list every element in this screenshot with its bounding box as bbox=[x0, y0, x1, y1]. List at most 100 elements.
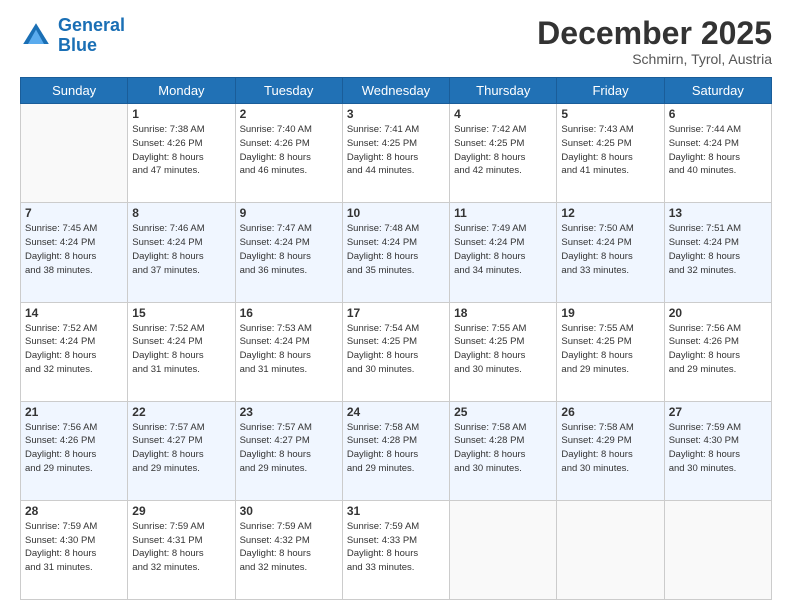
table-cell: 6Sunrise: 7:44 AMSunset: 4:24 PMDaylight… bbox=[664, 104, 771, 203]
table-cell: 16Sunrise: 7:53 AMSunset: 4:24 PMDayligh… bbox=[235, 302, 342, 401]
header: General Blue December 2025 Schmirn, Tyro… bbox=[20, 16, 772, 67]
day-number: 23 bbox=[240, 405, 338, 419]
table-cell: 19 Sunrise: 7:55 AMSunset: 4:25 PMDayligh… bbox=[557, 302, 664, 401]
col-friday: Friday bbox=[557, 78, 664, 104]
logo: General Blue bbox=[20, 16, 125, 56]
table-cell: 18 Sunrise: 7:55 AMSunset: 4:25 PMDayligh… bbox=[450, 302, 557, 401]
day-info: Sunrise: 7:50 AMSunset: 4:24 PMDaylight:… bbox=[561, 222, 659, 277]
day-number: 29 bbox=[132, 504, 230, 518]
day-info: Sunrise: 7:38 AMSunset: 4:26 PMDaylight:… bbox=[132, 123, 230, 178]
day-number: 5 bbox=[561, 107, 659, 121]
table-cell: 9 Sunrise: 7:47 AMSunset: 4:24 PMDaylight… bbox=[235, 203, 342, 302]
logo-icon bbox=[20, 20, 52, 52]
table-cell: 20 Sunrise: 7:56 AMSunset: 4:26 PMDayligh… bbox=[664, 302, 771, 401]
day-number: 4 bbox=[454, 107, 552, 121]
day-number: 27 bbox=[669, 405, 767, 419]
page: General Blue December 2025 Schmirn, Tyro… bbox=[0, 0, 792, 612]
col-wednesday: Wednesday bbox=[342, 78, 449, 104]
day-info: Sunrise: 7:41 AMSunset: 4:25 PMDaylight:… bbox=[347, 123, 445, 178]
table-cell: 2Sunrise: 7:40 AMSunset: 4:26 PMDaylight… bbox=[235, 104, 342, 203]
day-number: 10 bbox=[347, 206, 445, 220]
day-number: 21 bbox=[25, 405, 123, 419]
logo-line2: Blue bbox=[58, 35, 97, 55]
calendar-week-row: 28 Sunrise: 7:59 AMSunset: 4:30 PMDayligh… bbox=[21, 500, 772, 599]
day-number: 28 bbox=[25, 504, 123, 518]
day-number: 11 bbox=[454, 206, 552, 220]
day-number: 31 bbox=[347, 504, 445, 518]
day-info: Sunrise: 7:59 AMSunset: 4:30 PMDaylight:… bbox=[25, 520, 123, 575]
col-saturday: Saturday bbox=[664, 78, 771, 104]
logo-text: General Blue bbox=[58, 16, 125, 56]
day-info: Sunrise: 7:59 AMSunset: 4:32 PMDaylight:… bbox=[240, 520, 338, 575]
day-number: 8 bbox=[132, 206, 230, 220]
day-info: Sunrise: 7:49 AMSunset: 4:24 PMDaylight:… bbox=[454, 222, 552, 277]
table-cell bbox=[664, 500, 771, 599]
day-number: 16 bbox=[240, 306, 338, 320]
day-info: Sunrise: 7:44 AMSunset: 4:24 PMDaylight:… bbox=[669, 123, 767, 178]
table-cell: 24 Sunrise: 7:58 AMSunset: 4:28 PMDayligh… bbox=[342, 401, 449, 500]
day-number: 25 bbox=[454, 405, 552, 419]
col-thursday: Thursday bbox=[450, 78, 557, 104]
month-title: December 2025 bbox=[537, 16, 772, 51]
table-cell: 21 Sunrise: 7:56 AMSunset: 4:26 PMDayligh… bbox=[21, 401, 128, 500]
table-cell bbox=[557, 500, 664, 599]
day-info: Sunrise: 7:45 AMSunset: 4:24 PMDaylight:… bbox=[25, 222, 123, 277]
col-tuesday: Tuesday bbox=[235, 78, 342, 104]
day-number: 22 bbox=[132, 405, 230, 419]
table-cell: 28 Sunrise: 7:59 AMSunset: 4:30 PMDayligh… bbox=[21, 500, 128, 599]
table-cell: 25 Sunrise: 7:58 AMSunset: 4:28 PMDayligh… bbox=[450, 401, 557, 500]
table-cell: 5Sunrise: 7:43 AMSunset: 4:25 PMDaylight… bbox=[557, 104, 664, 203]
table-cell: 4 Sunrise: 7:42 AMSunset: 4:25 PMDaylight… bbox=[450, 104, 557, 203]
day-number: 17 bbox=[347, 306, 445, 320]
day-info: Sunrise: 7:52 AMSunset: 4:24 PMDaylight:… bbox=[132, 322, 230, 377]
day-info: Sunrise: 7:54 AMSunset: 4:25 PMDaylight:… bbox=[347, 322, 445, 377]
col-sunday: Sunday bbox=[21, 78, 128, 104]
day-info: Sunrise: 7:59 AMSunset: 4:33 PMDaylight:… bbox=[347, 520, 445, 575]
day-number: 19 bbox=[561, 306, 659, 320]
day-info: Sunrise: 7:55 AMSunset: 4:25 PMDaylight:… bbox=[454, 322, 552, 377]
calendar-table: Sunday Monday Tuesday Wednesday Thursday… bbox=[20, 77, 772, 600]
day-number: 14 bbox=[25, 306, 123, 320]
table-cell: 26 Sunrise: 7:58 AMSunset: 4:29 PMDayligh… bbox=[557, 401, 664, 500]
day-number: 7 bbox=[25, 206, 123, 220]
day-info: Sunrise: 7:57 AMSunset: 4:27 PMDaylight:… bbox=[132, 421, 230, 476]
calendar-week-row: 1Sunrise: 7:38 AMSunset: 4:26 PMDaylight… bbox=[21, 104, 772, 203]
location-subtitle: Schmirn, Tyrol, Austria bbox=[537, 51, 772, 67]
table-cell: 8Sunrise: 7:46 AMSunset: 4:24 PMDaylight… bbox=[128, 203, 235, 302]
table-cell: 10Sunrise: 7:48 AMSunset: 4:24 PMDayligh… bbox=[342, 203, 449, 302]
day-number: 3 bbox=[347, 107, 445, 121]
day-info: Sunrise: 7:58 AMSunset: 4:29 PMDaylight:… bbox=[561, 421, 659, 476]
day-info: Sunrise: 7:40 AMSunset: 4:26 PMDaylight:… bbox=[240, 123, 338, 178]
table-cell: 1Sunrise: 7:38 AMSunset: 4:26 PMDaylight… bbox=[128, 104, 235, 203]
day-info: Sunrise: 7:58 AMSunset: 4:28 PMDaylight:… bbox=[454, 421, 552, 476]
calendar-week-row: 7 Sunrise: 7:45 AMSunset: 4:24 PMDaylight… bbox=[21, 203, 772, 302]
day-number: 12 bbox=[561, 206, 659, 220]
table-cell: 30 Sunrise: 7:59 AMSunset: 4:32 PMDayligh… bbox=[235, 500, 342, 599]
day-number: 30 bbox=[240, 504, 338, 518]
day-info: Sunrise: 7:55 AMSunset: 4:25 PMDaylight:… bbox=[561, 322, 659, 377]
day-number: 18 bbox=[454, 306, 552, 320]
day-number: 20 bbox=[669, 306, 767, 320]
day-info: Sunrise: 7:56 AMSunset: 4:26 PMDaylight:… bbox=[25, 421, 123, 476]
day-number: 24 bbox=[347, 405, 445, 419]
table-cell bbox=[21, 104, 128, 203]
day-number: 15 bbox=[132, 306, 230, 320]
table-cell: 23Sunrise: 7:57 AMSunset: 4:27 PMDayligh… bbox=[235, 401, 342, 500]
day-info: Sunrise: 7:42 AMSunset: 4:25 PMDaylight:… bbox=[454, 123, 552, 178]
day-info: Sunrise: 7:52 AMSunset: 4:24 PMDaylight:… bbox=[25, 322, 123, 377]
day-info: Sunrise: 7:58 AMSunset: 4:28 PMDaylight:… bbox=[347, 421, 445, 476]
table-cell: 13Sunrise: 7:51 AMSunset: 4:24 PMDayligh… bbox=[664, 203, 771, 302]
day-info: Sunrise: 7:56 AMSunset: 4:26 PMDaylight:… bbox=[669, 322, 767, 377]
table-cell: 27Sunrise: 7:59 AMSunset: 4:30 PMDayligh… bbox=[664, 401, 771, 500]
title-block: December 2025 Schmirn, Tyrol, Austria bbox=[537, 16, 772, 67]
table-cell: 17 Sunrise: 7:54 AMSunset: 4:25 PMDayligh… bbox=[342, 302, 449, 401]
col-monday: Monday bbox=[128, 78, 235, 104]
table-cell: 31 Sunrise: 7:59 AMSunset: 4:33 PMDayligh… bbox=[342, 500, 449, 599]
day-number: 9 bbox=[240, 206, 338, 220]
day-number: 13 bbox=[669, 206, 767, 220]
day-number: 26 bbox=[561, 405, 659, 419]
day-info: Sunrise: 7:47 AMSunset: 4:24 PMDaylight:… bbox=[240, 222, 338, 277]
table-cell: 7 Sunrise: 7:45 AMSunset: 4:24 PMDaylight… bbox=[21, 203, 128, 302]
table-cell: 15 Sunrise: 7:52 AMSunset: 4:24 PMDayligh… bbox=[128, 302, 235, 401]
table-cell: 14 Sunrise: 7:52 AMSunset: 4:24 PMDayligh… bbox=[21, 302, 128, 401]
